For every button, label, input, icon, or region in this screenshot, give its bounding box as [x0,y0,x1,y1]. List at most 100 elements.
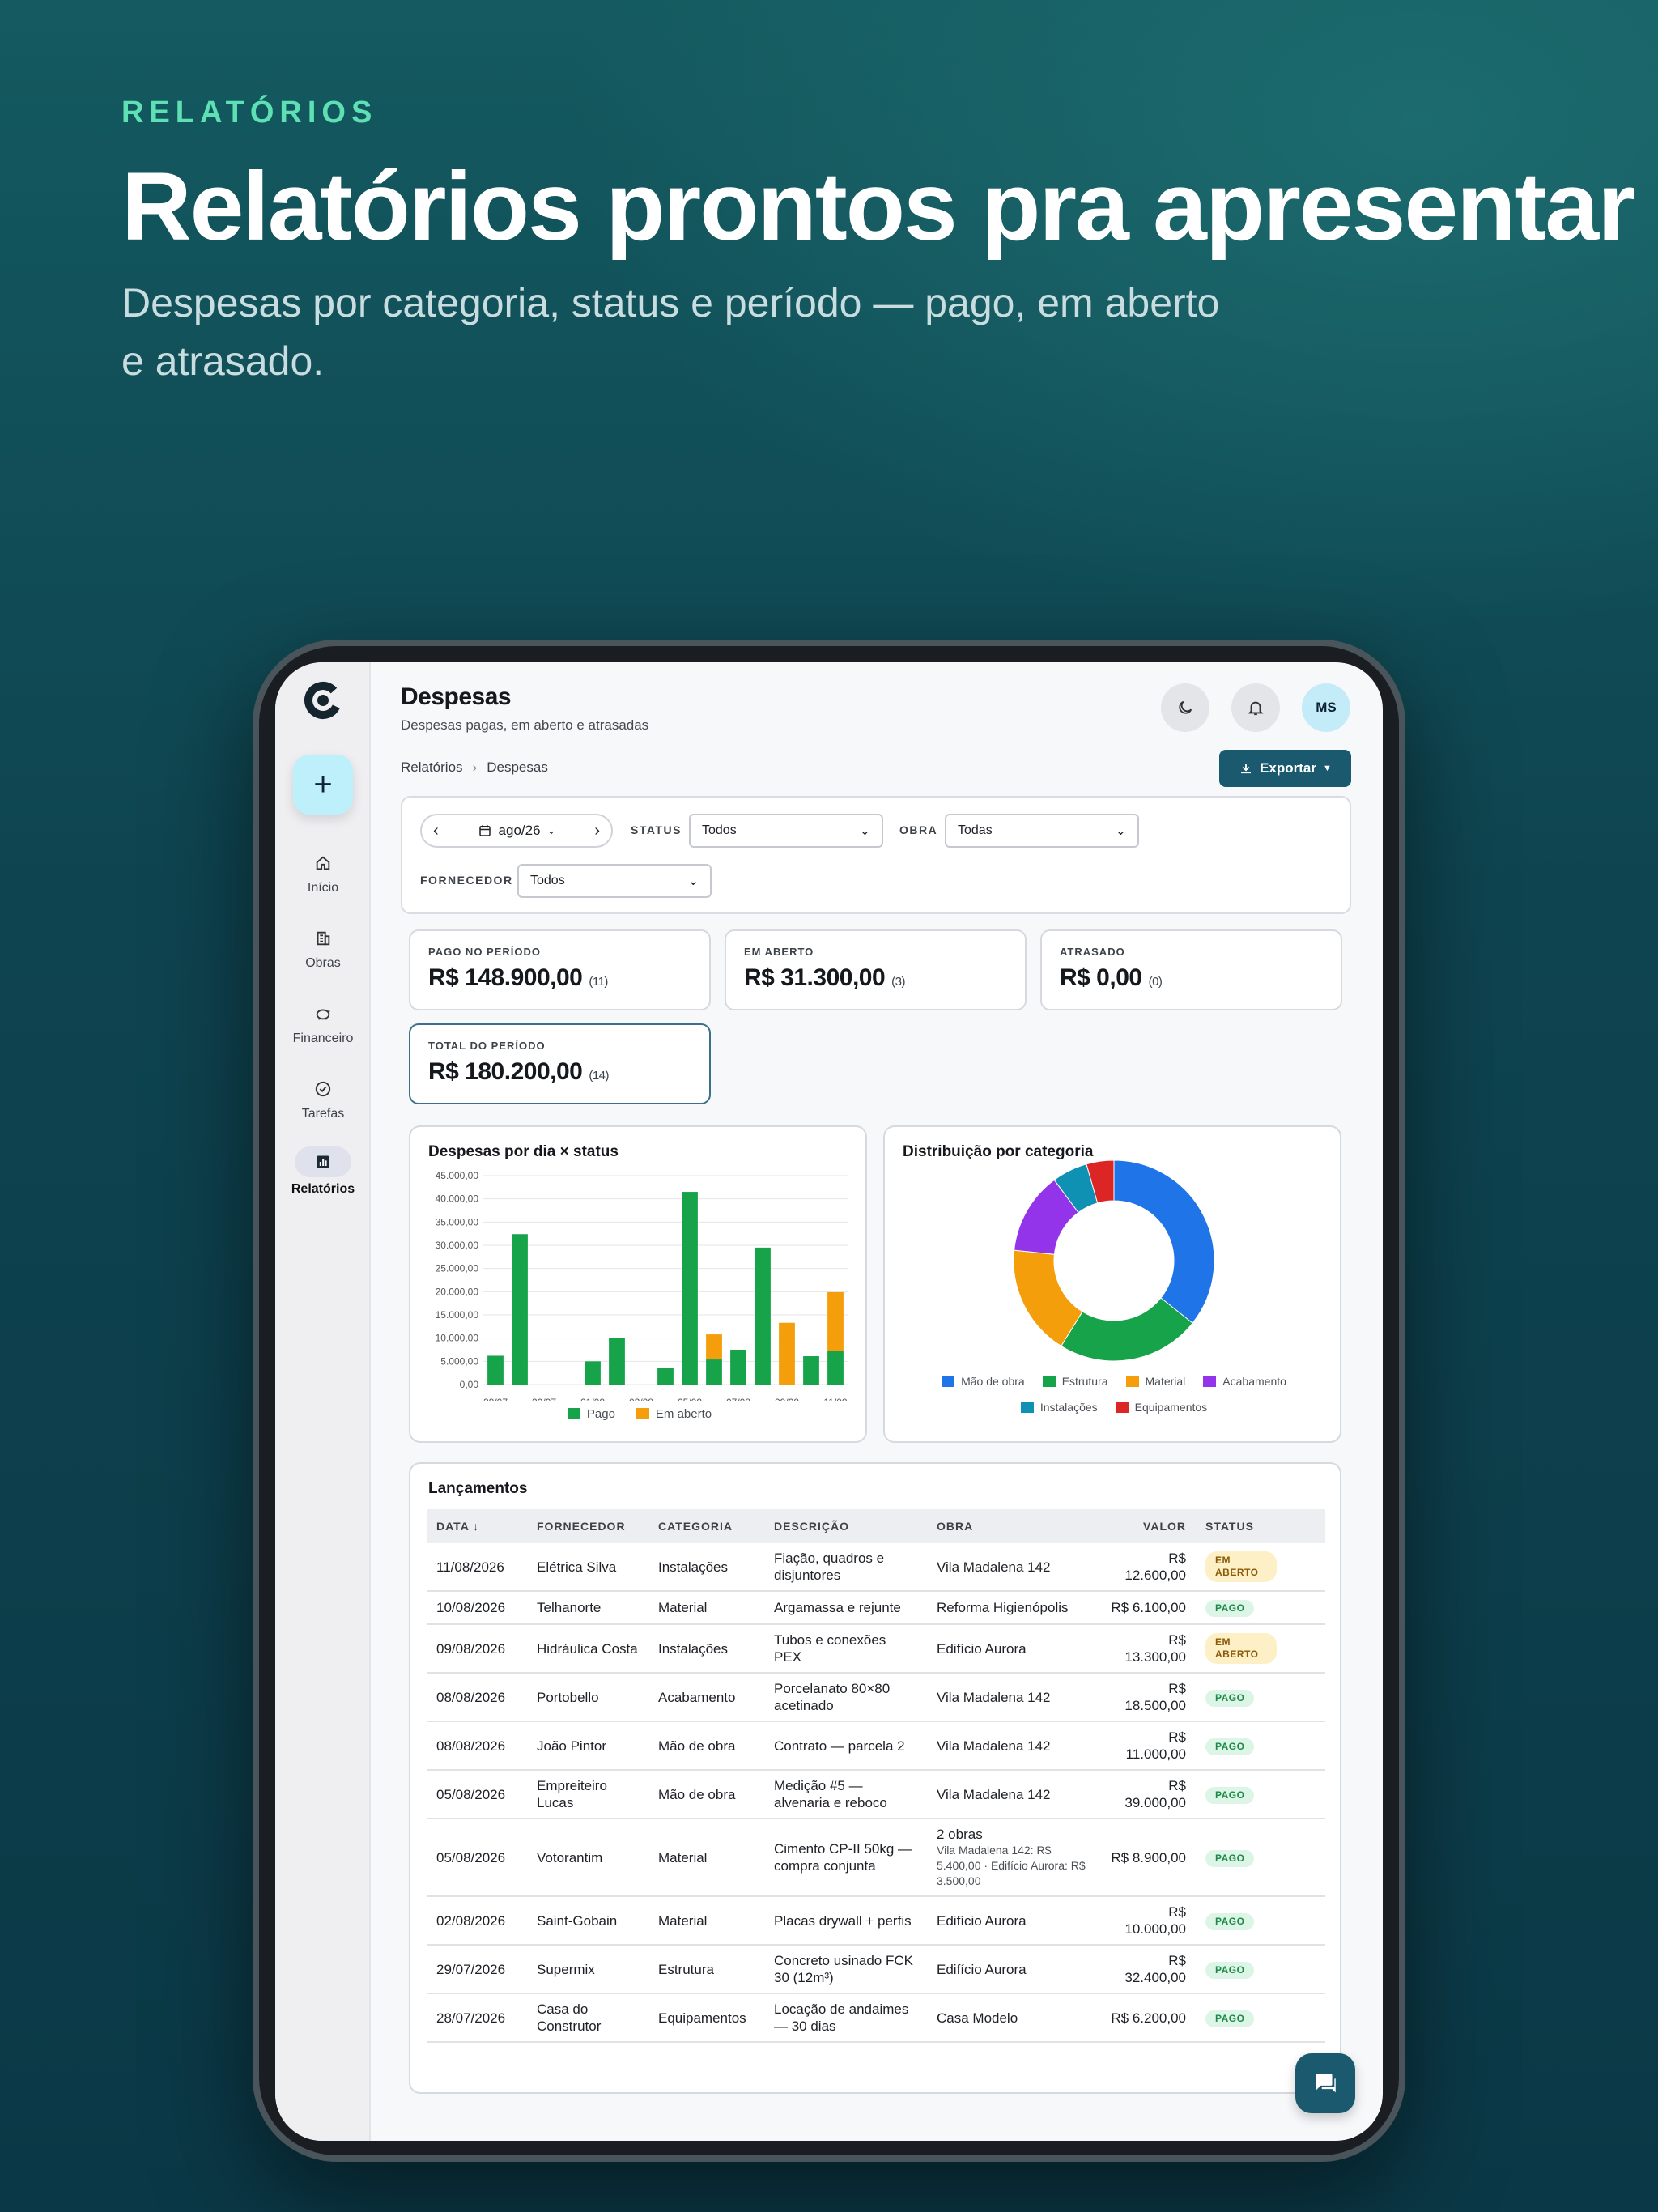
legend-item: Mão de obra [942,1375,1025,1388]
user-avatar[interactable]: MS [1302,683,1350,732]
legend-label: Instalações [1039,1401,1098,1414]
bar-em-aberto[interactable] [779,1322,795,1385]
bar-pago[interactable] [609,1338,625,1385]
cell-text: Vila Madalena 142 [937,1559,1051,1575]
notifications-button[interactable] [1231,683,1280,732]
column-header-descricao[interactable]: DESCRIÇÃO [764,1509,927,1543]
breadcrumb-relatorios[interactable]: Relatórios [401,759,463,775]
bar-pago[interactable] [487,1355,504,1385]
kpi-atrasado: ATRASADO R$ 0,00 (0) [1040,929,1342,1010]
column-header-status[interactable]: STATUS [1196,1509,1325,1543]
period-picker[interactable]: ago/26 ⌄ [478,823,556,839]
cell-valor: R$ 10.000,00 [1097,1896,1196,1946]
table-row[interactable]: 10/08/2026 Telhanorte Material Argamassa e … [427,1591,1325,1625]
bar-pago[interactable] [803,1356,819,1385]
cell-text: Hidráulica Costa [537,1640,638,1657]
chat-button[interactable] [1295,2053,1355,2113]
table-row[interactable]: 08/08/2026 Portobello Acabamento Porcelanat… [427,1673,1325,1722]
bar-pago[interactable] [657,1368,674,1385]
obra-select[interactable]: Todas ⌄ [945,814,1139,848]
cell-text: Cimento CP-II 50kg — compra conjunta [774,1841,912,1874]
bar-pago[interactable] [682,1192,698,1385]
cell-status: PAGO [1196,1591,1325,1625]
sidebar-item-relatorios[interactable]: Relatórios [275,1146,371,1197]
sidebar-item-financeiro[interactable]: Financeiro [275,1001,371,1046]
cell-text: Vila Madalena 142 [937,1786,1051,1802]
cell-fornecedor: Hidráulica Costa [527,1624,648,1674]
cell-categoria: Mão de obra [648,1721,764,1771]
cell-text: Reforma Higienópolis [937,1600,1069,1615]
cell-text: Contrato — parcela 2 [774,1738,905,1754]
status-badge: PAGO [1205,1689,1255,1707]
app-logo[interactable] [303,680,343,721]
sidebar-item-inicio[interactable]: Início [275,850,371,895]
cell-descricao: Tubos e conexões PEX [764,1624,927,1674]
cell-status: PAGO [1196,1721,1325,1771]
slice-mão-de-obra[interactable] [1113,1159,1215,1324]
table-row[interactable]: 08/08/2026 João Pintor Mão de obra Contrato… [427,1721,1325,1771]
home-icon [304,850,342,876]
cell-obra: Edifício Aurora [927,1945,1097,1994]
next-period-button[interactable]: › [594,822,600,840]
app-screen: + Início Obras Financeiro Tarefas Relató… [275,662,1383,2141]
kpi-pago: PAGO NO PERÍODO R$ 148.900,00 (11) [409,929,711,1010]
bar-pago[interactable] [755,1247,771,1385]
cell-text: Material [658,1600,708,1615]
export-button[interactable]: Exportar ▼ [1219,750,1351,787]
legend-item: Instalações [1020,1401,1098,1414]
cell-data: 08/08/2026 [427,1721,527,1771]
table-row[interactable]: 11/08/2026 Elétrica Silva Instalações Fiaçã… [427,1543,1325,1592]
status-badge: PAGO [1205,1849,1255,1867]
chevron-down-icon: ⌄ [687,874,699,888]
cell-status: PAGO [1196,1945,1325,1994]
column-header-data[interactable]: DATA ↓ [427,1509,527,1543]
column-header-valor[interactable]: VALOR [1097,1509,1196,1543]
bar-pago[interactable] [512,1234,528,1385]
column-header-obra[interactable]: OBRA [927,1509,1097,1543]
slice-estrutura[interactable] [1061,1297,1193,1362]
table-row[interactable]: 09/08/2026 Hidráulica Costa Instalações Tub… [427,1624,1325,1674]
cell-text: 05/08/2026 [436,1849,506,1865]
cell-fornecedor: Supermix [527,1945,648,1994]
sidebar-item-label: Tarefas [301,1107,345,1121]
bar-em-aberto[interactable] [827,1291,844,1351]
bar-em-aberto[interactable] [706,1334,722,1360]
chat-icon [1316,2074,1336,2093]
cell-text: R$ 12.600,00 [1124,1551,1186,1583]
column-header-fornecedor[interactable]: FORNECEDOR [527,1509,648,1543]
bar-pago[interactable] [585,1361,601,1385]
sidebar-item-obras[interactable]: Obras [275,925,371,971]
bar-pago[interactable] [706,1359,722,1385]
table-row[interactable]: 02/08/2026 Saint-Gobain Material Placas dry… [427,1896,1325,1946]
legend-label: Acabamento [1222,1375,1286,1388]
chevron-down-icon: ⌄ [546,824,556,836]
cell-obra: Reforma Higienópolis [927,1591,1097,1625]
cell-text: 10/08/2026 [436,1600,506,1615]
hero-title: Relatórios prontos pra apresentar [121,152,1635,261]
table-row[interactable]: 29/07/2026 Supermix Estrutura Concreto usin… [427,1945,1325,1994]
kpi-label: EM ABERTO [744,946,814,958]
previous-period-button[interactable]: ‹ [433,822,439,840]
building-icon [304,925,342,951]
status-select[interactable]: Todos ⌄ [689,814,883,848]
donut-chart-legend: Mão de obra Estrutura Material Acabamento In… [901,1375,1327,1414]
add-button[interactable]: + [293,755,353,815]
cell-text: 05/08/2026 [436,1786,506,1802]
cell-categoria: Material [648,1896,764,1946]
bar-pago[interactable] [827,1351,844,1385]
legend-item-em-aberto: Em aberto [636,1407,712,1421]
cell-obra: Edifício Aurora [927,1896,1097,1946]
cell-categoria: Mão de obra [648,1770,764,1819]
fornecedor-select[interactable]: Todos ⌄ [517,864,712,898]
table-row[interactable]: 28/07/2026 Casa do Construtor Equipamentos… [427,1993,1325,2043]
sidebar-item-tarefas[interactable]: Tarefas [275,1076,371,1121]
table-row[interactable]: 05/08/2026 Empreiteiro Lucas Mão de obra Me… [427,1770,1325,1819]
column-header-categoria[interactable]: CATEGORIA [648,1509,764,1543]
bar-pago[interactable] [730,1350,746,1385]
kpi-value: R$ 148.900,00 [428,964,583,991]
cell-status: PAGO [1196,1993,1325,2043]
cell-text: Empreiteiro Lucas [537,1778,607,1810]
table-row[interactable]: 05/08/2026 Votorantim Material Cimento CP-I… [427,1819,1325,1897]
theme-toggle-button[interactable] [1161,683,1209,732]
legend-swatch [1020,1402,1034,1413]
